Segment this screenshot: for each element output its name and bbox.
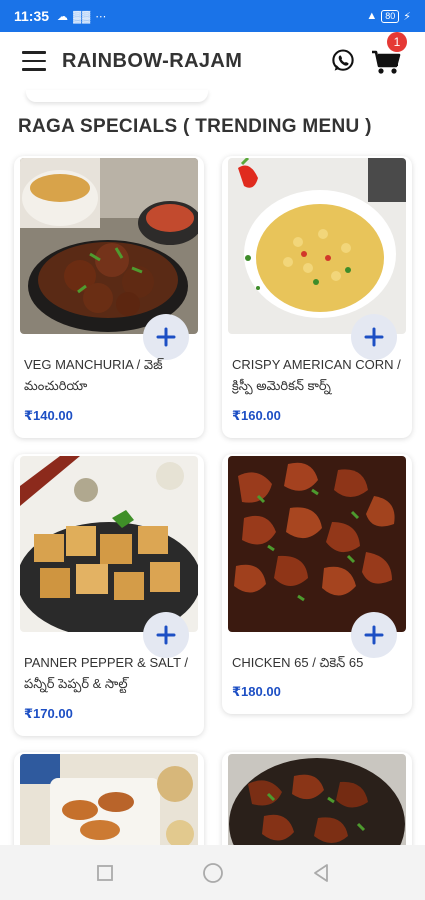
circle-icon (202, 862, 223, 883)
scrolled-banner-edge (26, 90, 208, 102)
menu-item-price: ₹170.00 (24, 706, 73, 721)
menu-item-card[interactable]: CRISPY AMERICAN CORN / క్రిస్పీ అమెరికన్… (222, 156, 412, 438)
roast-chicken-photo (20, 754, 198, 854)
status-time: 11:35 (14, 8, 50, 24)
cart-count-badge: 1 (387, 32, 407, 52)
menu-item-name: VEG MANCHURIA / వెజ్ మంచురియా (24, 357, 163, 393)
menu-item-card[interactable]: CHICKEN 65 / చికెన్ 65 ₹180.00 (222, 454, 412, 714)
menu-item-name: CHICKEN 65 / చికెన్ 65 (232, 655, 364, 670)
status-bar: 11:35 ☁ ▓▓ ⋯ ▲ 80 ⚡ (0, 0, 425, 32)
menu-item-price: ₹180.00 (232, 684, 281, 699)
veg-manchuria-photo (20, 158, 198, 334)
triangle-back-icon (313, 863, 328, 882)
app-bar: RAINBOW-RAJAM 1 (0, 32, 425, 90)
menu-icon[interactable] (22, 51, 46, 71)
status-right-icons: ▲ 80 ⚡ (366, 9, 411, 23)
charging-icon: ⚡ (403, 10, 411, 23)
chicken-65-photo (228, 456, 406, 632)
menu-item-name: CRISPY AMERICAN CORN / క్రిస్పీ అమెరికన్… (232, 357, 401, 393)
plus-icon (364, 625, 384, 645)
battery-icon: 80 (381, 9, 400, 23)
panner-pepper-salt-photo (20, 456, 198, 632)
status-notification-icons: ☁ ▓▓ ⋯ (57, 10, 108, 23)
cart-button[interactable]: 1 (369, 32, 407, 76)
section-title: RAGA SPECIALS ( TRENDING MENU ) (18, 116, 372, 137)
app-title: RAINBOW-RAJAM (62, 49, 243, 72)
plus-icon (364, 327, 384, 347)
home-button[interactable] (202, 862, 224, 884)
square-icon (96, 864, 113, 881)
menu-item-price: ₹140.00 (24, 408, 73, 423)
menu-item-card[interactable]: PANNER PEPPER & SALT / పన్నీర్ పెప్పర్ &… (14, 454, 204, 736)
whatsapp-icon[interactable] (329, 47, 357, 75)
wifi-icon: ▲ (366, 10, 378, 22)
plus-icon (156, 625, 176, 645)
system-navigation-bar (0, 845, 425, 900)
crispy-american-corn-photo (228, 158, 406, 334)
back-button[interactable] (310, 862, 332, 884)
recents-button[interactable] (94, 862, 116, 884)
plus-icon (156, 327, 176, 347)
chilli-chicken-photo (228, 754, 406, 854)
menu-item-price: ₹160.00 (232, 408, 281, 423)
app-bar-actions: 1 (329, 32, 407, 76)
menu-item-name: PANNER PEPPER & SALT / పన్నీర్ పెప్పర్ &… (24, 655, 188, 691)
menu-item-card[interactable]: VEG MANCHURIA / వెజ్ మంచురియా ₹140.00 (14, 156, 204, 438)
